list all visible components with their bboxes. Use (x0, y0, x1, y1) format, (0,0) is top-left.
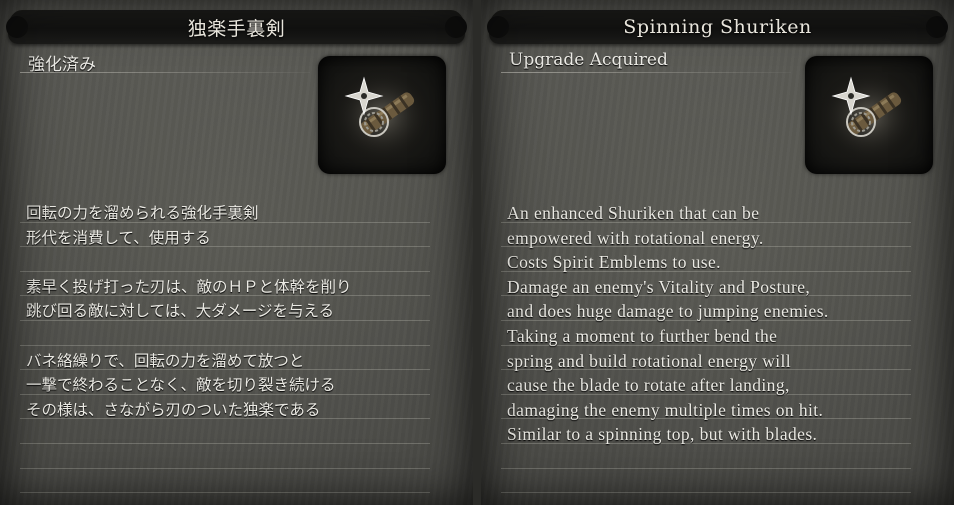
description-line: Costs Spirit Emblems to use. (501, 247, 911, 272)
description-lines: 回転の力を溜められる強化手裏剣 形代を消費して、使用する 素早く投げ打った刃は、… (20, 198, 430, 494)
description-line: Taking a moment to further bend the (501, 321, 911, 346)
description-line: バネ絡繰りで、回転の力を溜めて放つと (20, 346, 430, 371)
description-line: cause the blade to rotate after landing, (501, 370, 911, 395)
description-line (20, 321, 430, 346)
item-card-english: Spinning Shuriken Upgrade Acquired An en… (481, 0, 954, 505)
description-line (20, 419, 430, 444)
description-lines: An enhanced Shuriken that can be empower… (501, 198, 911, 494)
status-divider (501, 72, 791, 73)
item-title: 独楽手裏剣 (187, 17, 286, 40)
description-line: 一撃で終わることなく、敵を切り裂き続ける (20, 370, 430, 395)
description-line: Damage an enemy's Vitality and Posture, (501, 272, 911, 297)
description-line: spring and build rotational energy will (501, 346, 911, 371)
description-line (20, 444, 430, 469)
description-line: その様は、さながら刃のついた独楽である (20, 395, 430, 420)
spinning-shuriken-prosthetic-icon (805, 56, 933, 174)
description-line (20, 469, 430, 494)
description-line: empowered with rotational energy. (501, 223, 911, 248)
item-description-screen: 独楽手裏剣 強化済み 回転の力を溜められる強化手裏剣 形代を消費して、使用する … (0, 0, 954, 505)
description-line: and does huge damage to jumping enemies. (501, 296, 911, 321)
item-card-japanese: 独楽手裏剣 強化済み 回転の力を溜められる強化手裏剣 形代を消費して、使用する … (0, 0, 473, 505)
description-line: damaging the enemy multiple times on hit… (501, 395, 911, 420)
description-line: Similar to a spinning top, but with blad… (501, 419, 911, 444)
item-title: Spinning Shuriken (623, 16, 812, 38)
description-line: 回転の力を溜められる強化手裏剣 (20, 198, 430, 223)
description-line (20, 247, 430, 272)
description-line: 素早く投げ打った刃は、敵のＨＰと体幹を削り (20, 272, 430, 297)
spinning-shuriken-prosthetic-icon (318, 56, 446, 174)
description-line: 形代を消費して、使用する (20, 223, 430, 248)
item-title-bar: 独楽手裏剣 (6, 10, 467, 44)
description-line: 跳び回る敵に対しては、大ダメージを与える (20, 296, 430, 321)
upgrade-status: Upgrade Acquired (509, 50, 668, 70)
status-divider (20, 72, 310, 73)
description-line (501, 469, 911, 494)
description-line (501, 444, 911, 469)
description-line: An enhanced Shuriken that can be (501, 198, 911, 223)
item-title-bar: Spinning Shuriken (487, 10, 948, 44)
